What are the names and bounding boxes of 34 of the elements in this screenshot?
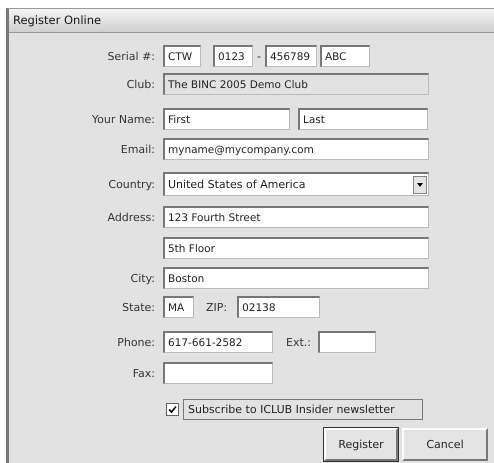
checkbox[interactable] [166, 403, 179, 416]
email-field[interactable]: myname@mycompany.com [163, 138, 429, 160]
last-name-field[interactable]: Last [298, 108, 428, 130]
field-label: Email: [120, 142, 156, 156]
city-field[interactable]: Boston [163, 267, 429, 289]
fax-field[interactable] [163, 362, 273, 384]
country-dropdown[interactable]: United States of America [163, 172, 429, 196]
field-label: Country: [107, 178, 156, 190]
dialog-button[interactable]: Register [324, 428, 398, 461]
first-name-field[interactable]: First [163, 108, 290, 130]
field-label: Ext.: [286, 336, 311, 348]
checkbox-label[interactable]: Subscribe to ICLUB Insider newsletter [183, 399, 423, 420]
field-label: City: [130, 272, 156, 284]
field-label: Phone: [116, 336, 156, 348]
field-label: Your Name: [90, 112, 156, 126]
extension-field[interactable] [318, 331, 376, 353]
field-label: Serial #: [106, 50, 156, 62]
dialog-button[interactable]: Cancel [402, 428, 488, 461]
separator-text: - [257, 50, 261, 62]
serial-field[interactable]: CTW [163, 45, 201, 67]
field-label: State: [121, 300, 156, 314]
serial-field[interactable]: 0123 [213, 45, 253, 67]
field-label: Address: [106, 210, 156, 224]
address-field[interactable]: 5th Floor [163, 237, 429, 259]
serial-field[interactable]: 456789 [264, 45, 317, 67]
field-label: Club: [126, 78, 156, 90]
field-label: Fax: [132, 366, 156, 380]
phone-field[interactable]: 617-661-2582 [163, 331, 273, 353]
field-label: ZIP: [206, 300, 228, 314]
serial-field[interactable]: ABC [320, 45, 370, 67]
window-title: Register Online [9, 9, 494, 33]
zip-field[interactable]: 02138 [237, 296, 320, 318]
state-field[interactable]: MA [163, 296, 194, 318]
address-field[interactable]: 123 Fourth Street [163, 206, 429, 228]
